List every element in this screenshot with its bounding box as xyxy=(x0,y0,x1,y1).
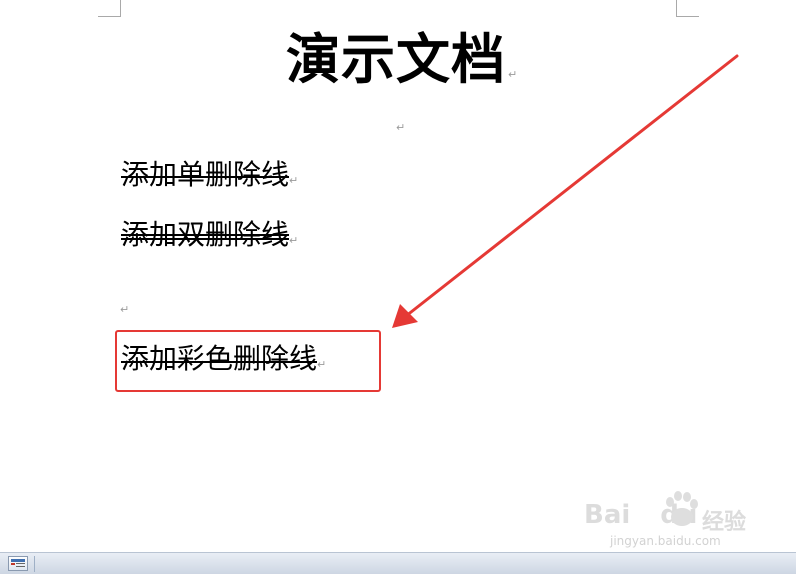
line-text: 添加单删除线 xyxy=(121,158,290,191)
document-title[interactable]: 演示文档 ↵ xyxy=(286,28,518,106)
paw-icon xyxy=(666,491,698,526)
empty-paragraph[interactable]: ↵ xyxy=(396,116,405,135)
line-single-strikethrough[interactable]: 添加单删除线↵ xyxy=(121,158,298,198)
line-double-strikethrough[interactable]: 添加双删除线↵ xyxy=(121,218,298,258)
crop-mark-top-right xyxy=(676,0,699,17)
print-layout-icon[interactable] xyxy=(8,556,28,571)
paragraph-mark-icon: ↵ xyxy=(396,121,406,134)
document-page[interactable]: 演示文档↵ ↵ 添加单删除线↵ 添加双删除线↵ ↵ 添加彩色删除线↵ Baidu… xyxy=(0,0,796,552)
watermark-product: 经验 xyxy=(702,510,747,535)
watermark-url: jingyan.baidu.com xyxy=(610,534,721,548)
crop-mark-top-left xyxy=(98,0,121,17)
status-divider xyxy=(34,556,35,572)
status-bar xyxy=(0,552,796,574)
empty-paragraph[interactable]: ↵ xyxy=(120,298,129,317)
line-text: 添加双删除线 xyxy=(121,218,290,251)
watermark: Baidu 经验 jingyan.baidu.com xyxy=(584,488,754,550)
paragraph-mark-icon: ↵ xyxy=(289,174,299,187)
title-text: 演示文档 xyxy=(286,27,506,91)
paragraph-mark-icon: ↵ xyxy=(508,68,519,81)
paragraph-mark-icon: ↵ xyxy=(289,234,299,247)
paragraph-mark-icon: ↵ xyxy=(120,303,130,316)
highlight-box xyxy=(115,330,381,392)
